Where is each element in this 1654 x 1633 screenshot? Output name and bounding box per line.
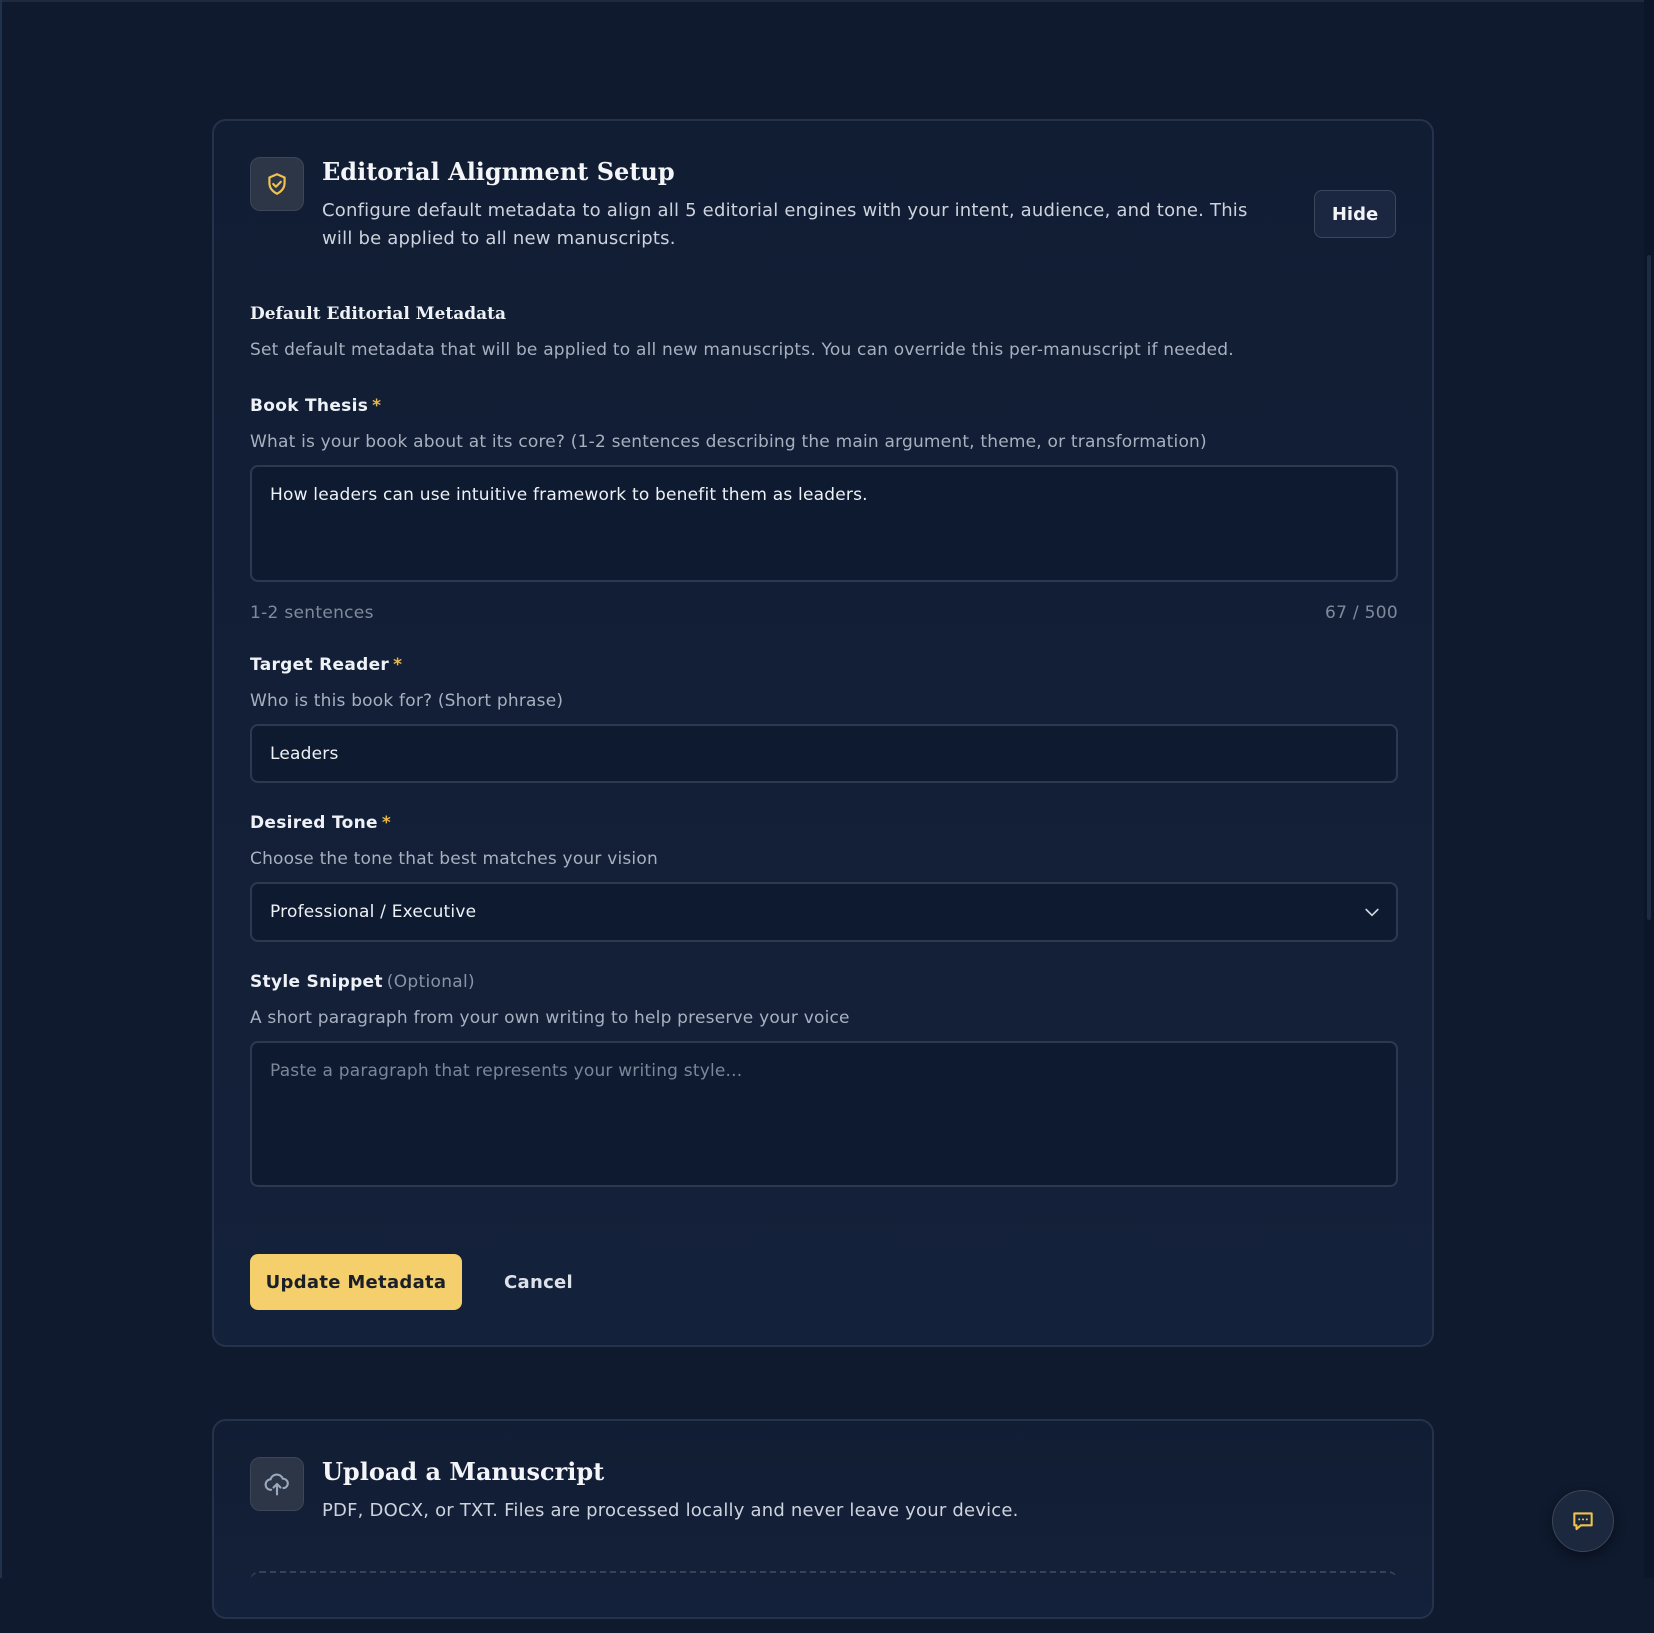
top-border <box>0 0 1654 2</box>
upload-manuscript-card: Upload a Manuscript PDF, DOCX, or TXT. F… <box>212 1419 1434 1619</box>
scrollbar[interactable] <box>1644 0 1654 1578</box>
tone-help: Choose the tone that best matches your v… <box>250 849 658 869</box>
style-label: Style Snippet (Optional) <box>250 972 475 992</box>
style-label-text: Style Snippet <box>250 972 383 992</box>
thesis-help: What is your book about at its core? (1-… <box>250 432 1207 452</box>
reader-label-text: Target Reader <box>250 655 390 675</box>
section-description: Set default metadata that will be applie… <box>250 340 1234 360</box>
thesis-value: How leaders can use intuitive framework … <box>270 485 868 505</box>
left-border <box>0 0 2 1578</box>
upload-description: PDF, DOCX, or TXT. Files are processed l… <box>322 1500 1019 1521</box>
style-placeholder: Paste a paragraph that represents your w… <box>270 1061 743 1081</box>
chat-icon <box>1573 1512 1593 1531</box>
update-metadata-button[interactable]: Update Metadata <box>250 1254 462 1310</box>
thesis-label: Book Thesis * <box>250 396 381 416</box>
required-marker: * <box>393 655 403 675</box>
style-textarea[interactable]: Paste a paragraph that represents your w… <box>250 1041 1398 1187</box>
tone-label-text: Desired Tone <box>250 813 378 833</box>
thesis-counter-row: 1-2 sentences 67 / 500 <box>250 603 1398 623</box>
reader-value: Leaders <box>270 743 339 764</box>
optional-marker: (Optional) <box>386 972 475 992</box>
thesis-textarea[interactable]: How leaders can use intuitive framework … <box>250 465 1398 582</box>
thesis-character-count: 67 / 500 <box>1324 603 1398 623</box>
upload-dropzone[interactable] <box>250 1571 1398 1633</box>
shield-check-icon <box>250 157 304 211</box>
tone-selected-value: Professional / Executive <box>270 902 477 922</box>
card-title: Editorial Alignment Setup <box>322 157 675 186</box>
upload-title: Upload a Manuscript <box>322 1457 605 1486</box>
editorial-alignment-card: Editorial Alignment Setup Configure defa… <box>212 119 1434 1347</box>
card-description: Configure default metadata to align all … <box>322 200 1248 249</box>
reader-input[interactable]: Leaders <box>250 724 1398 783</box>
required-marker: * <box>381 813 392 833</box>
chat-button[interactable] <box>1552 1490 1614 1552</box>
hide-button[interactable]: Hide <box>1314 190 1396 238</box>
required-marker: * <box>372 396 382 416</box>
thesis-hint: 1-2 sentences <box>250 603 374 623</box>
tone-select[interactable]: Professional / Executive <box>250 882 1398 942</box>
section-title: Default Editorial Metadata <box>250 304 507 324</box>
tone-label: Desired Tone * <box>250 813 391 833</box>
reader-label: Target Reader * <box>250 655 402 675</box>
reader-help: Who is this book for? (Short phrase) <box>250 691 564 711</box>
cloud-upload-icon <box>250 1457 304 1511</box>
scrollbar-thumb[interactable] <box>1647 255 1651 920</box>
thesis-label-text: Book Thesis <box>250 396 369 416</box>
style-help: A short paragraph from your own writing … <box>250 1008 850 1028</box>
chevron-down-icon <box>1365 908 1379 917</box>
cancel-button[interactable]: Cancel <box>504 1254 573 1310</box>
